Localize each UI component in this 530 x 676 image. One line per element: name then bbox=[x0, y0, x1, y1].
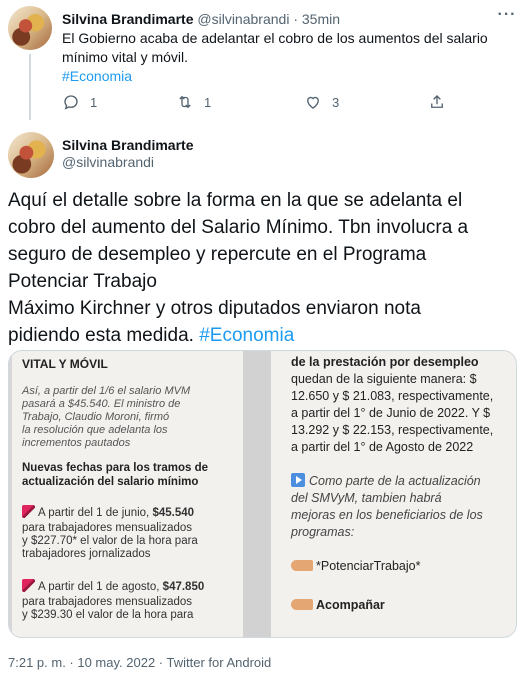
retweet-button[interactable]: 1 bbox=[176, 92, 211, 112]
tweet-text-line: Máximo Kirchner y otros diputados enviar… bbox=[8, 298, 421, 319]
media-italic-line: del SMVyM, tambien habrá bbox=[291, 491, 442, 505]
media-italic-line: Como parte de la actualización bbox=[291, 473, 513, 490]
media-italic-line: mejoras en los beneficiarios de los bbox=[291, 508, 483, 522]
author-name[interactable]: Silvina Brandimarte bbox=[62, 11, 194, 27]
more-options-icon[interactable]: ··· bbox=[492, 6, 522, 28]
media-intro-line: Así, a partir del 1/6 el salario MVM bbox=[22, 385, 191, 397]
tweet-text-line: Potenciar Trabajo bbox=[8, 271, 157, 292]
reply-icon bbox=[64, 95, 78, 110]
pointing-hand-icon bbox=[291, 560, 313, 571]
header-separator: · bbox=[293, 11, 298, 27]
media-heading: de la prestación por desempleo bbox=[291, 355, 479, 369]
media-heading: VITAL Y MÓVIL bbox=[22, 357, 108, 371]
main-tweet: Silvina Brandimarte @silvinabrandi Aquí … bbox=[0, 120, 530, 676]
media-item-line: y $239.30 el valor de la hora para bbox=[22, 609, 194, 621]
tweet-timestamp[interactable]: 7:21 p. m. · 10 may. 2022 · Twitter for … bbox=[8, 654, 271, 672]
media-intro-line: Trabajo, Claudio Moroni, firmó bbox=[22, 411, 170, 423]
media-intro-line: pasará a $45.540. El ministro de bbox=[22, 398, 181, 410]
media-item-line: trabajadores jornalizados bbox=[22, 548, 151, 560]
tweet-text: Aquí el detalle sobre la forma en la que… bbox=[8, 187, 524, 349]
media-intro-line: la resolución que adelanta los bbox=[22, 424, 168, 436]
reply-button[interactable]: 1 bbox=[62, 92, 97, 112]
media-program-text: Acompañar bbox=[316, 598, 385, 612]
tweet-text: El Gobierno acaba de adelantar el cobro … bbox=[62, 29, 517, 86]
media-intro-line: incrementos pautados bbox=[22, 437, 131, 449]
media-subheading-line: actualización del salario mínimo bbox=[22, 476, 199, 488]
media-text-line: a partir del 1° de Agosto de 2022 bbox=[291, 440, 474, 454]
retweet-icon bbox=[179, 95, 191, 109]
media-program-text: *PotenciarTrabajo* bbox=[316, 559, 421, 573]
media-italic-text: Como parte de la actualización bbox=[309, 474, 481, 488]
reply-count: 1 bbox=[90, 94, 98, 110]
media-italic-line: programas: bbox=[291, 525, 355, 539]
tweet-media-image[interactable]: VITAL Y MÓVIL Así, a partir del 1/6 el s… bbox=[8, 350, 517, 638]
avatar[interactable] bbox=[8, 6, 52, 50]
author-handle[interactable]: @silvinabrandi bbox=[197, 11, 289, 27]
media-text-line: quedan de la siguiente manera: $ bbox=[291, 372, 477, 386]
media-item-lead: A partir del 1 de junio, bbox=[38, 507, 153, 519]
pointing-hand-icon bbox=[291, 599, 313, 610]
author-handle[interactable]: @silvinabrandi bbox=[62, 153, 154, 171]
media-left-panel: VITAL Y MÓVIL Así, a partir del 1/6 el s… bbox=[12, 351, 243, 637]
play-button-icon bbox=[291, 473, 305, 487]
thread-tweet[interactable]: Silvina Brandimarte @silvinabrandi · 35m… bbox=[0, 0, 530, 120]
hashtag-link[interactable]: #Economia bbox=[199, 325, 294, 346]
media-item-lead: A partir del 1 de agosto, bbox=[38, 581, 163, 593]
media-item-heading: A partir del 1 de junio, $45.540 bbox=[22, 505, 237, 520]
pushpin-icon bbox=[22, 579, 35, 592]
tweet-actions: 1 1 3 bbox=[62, 92, 462, 112]
retweet-count: 1 bbox=[204, 94, 212, 110]
tweet-header: Silvina Brandimarte @silvinabrandi · 35m… bbox=[62, 10, 340, 28]
share-icon bbox=[431, 95, 443, 108]
media-right-panel: de la prestación por desempleo quedan de… bbox=[271, 351, 516, 637]
media-text-line: 12.650 y $ 21.083, respectivamente, bbox=[291, 389, 494, 403]
thread-connector-line bbox=[29, 54, 31, 120]
media-item-amount: $45.540 bbox=[152, 507, 195, 519]
tweet-text-content: El Gobierno acaba de adelantar el cobro … bbox=[62, 30, 488, 65]
tweet-time[interactable]: 35min bbox=[302, 11, 340, 27]
avatar[interactable] bbox=[8, 132, 54, 178]
media-text-line: a partir del 1° de Junio de 2022. Y $ bbox=[291, 406, 491, 420]
media-program-line: Acompañar bbox=[291, 597, 513, 614]
tweet-text-line: seguro de desempleo y repercute en el Pr… bbox=[8, 244, 427, 265]
media-item-line: para trabajadores mensualizados bbox=[22, 522, 193, 534]
hashtag-link[interactable]: #Economia bbox=[62, 68, 132, 84]
like-count: 3 bbox=[332, 94, 340, 110]
media-subheading-line: Nuevas fechas para los tramos de bbox=[22, 462, 208, 474]
media-program-line: *PotenciarTrabajo* bbox=[291, 558, 513, 575]
media-divider bbox=[243, 351, 271, 637]
tweet-text-line: cobro del aumento del Salario Mínimo. Tb… bbox=[8, 217, 469, 238]
like-button[interactable]: 3 bbox=[304, 92, 339, 112]
share-button[interactable] bbox=[428, 92, 446, 112]
tweet-text-line: Aquí el detalle sobre la forma en la que… bbox=[8, 190, 463, 211]
media-item-amount: $47.850 bbox=[162, 581, 205, 593]
tweet-text-line: pidiendo esta medida. bbox=[8, 325, 194, 346]
heart-icon bbox=[307, 96, 319, 109]
author-name[interactable]: Silvina Brandimarte bbox=[62, 136, 194, 154]
media-item-line: para trabajadores mensualizados bbox=[22, 596, 193, 608]
pushpin-icon bbox=[22, 505, 35, 518]
media-item-heading: A partir del 1 de agosto, $47.850 bbox=[22, 579, 237, 594]
media-item-line: y $227.70* el valor de la hora para bbox=[22, 535, 198, 547]
media-text-line: 13.292 y $ 22.153, respectivamente, bbox=[291, 423, 494, 437]
